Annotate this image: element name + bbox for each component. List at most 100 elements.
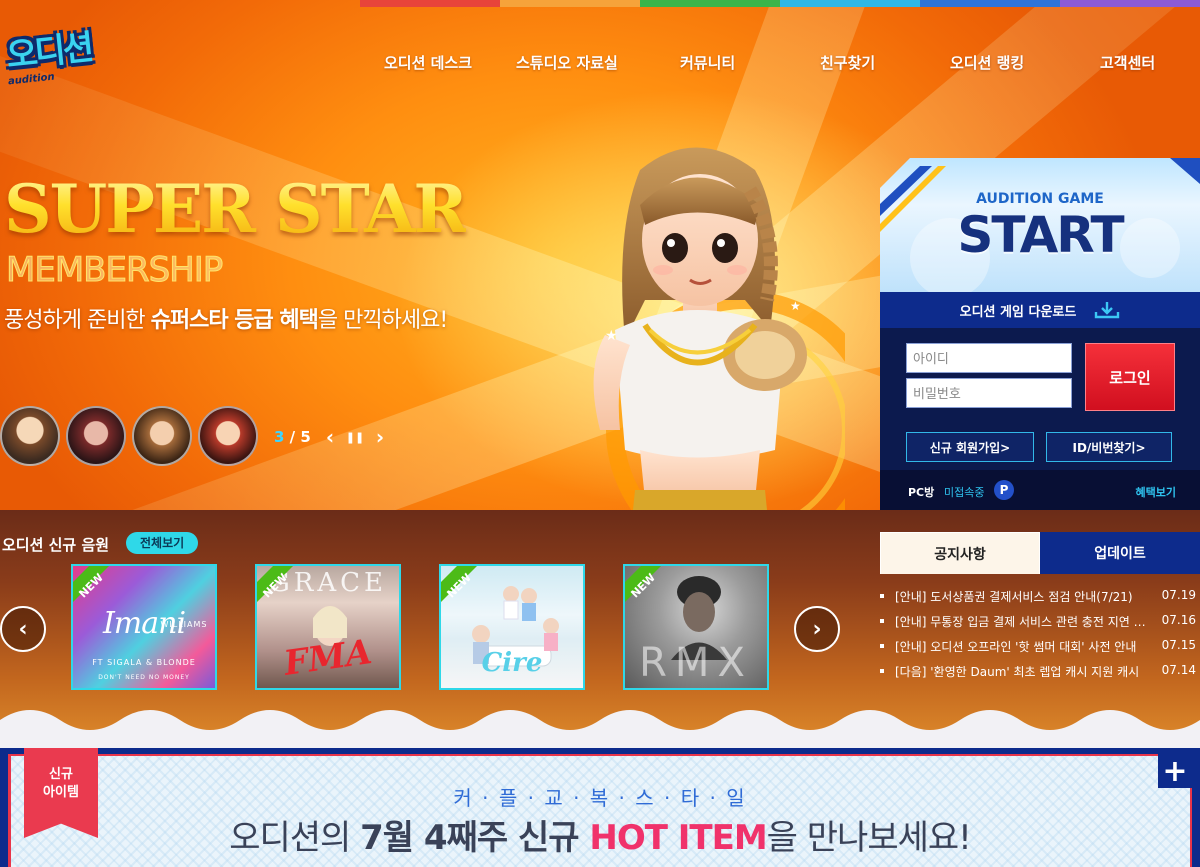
login-button[interactable]: 로그인 [1085,343,1175,411]
benefit-link[interactable]: 혜택보기 [1136,484,1176,500]
strip-segment [1060,0,1200,7]
tagline-pre: 풍성하게 준비한 [4,308,151,333]
new-badge: NEW [73,566,109,602]
pause-icon: ❚❚ [345,430,365,444]
album-card-1[interactable]: Imani WILLIAMS FT SIGALA & BLONDE DON'T … [71,564,217,690]
logo-text: 오디션 [4,27,94,77]
notice-date: 07.15 [1161,638,1196,652]
bullet-icon [880,594,884,598]
pc-room-label: PC방 [908,486,935,499]
strip-segment [920,0,1060,7]
album-card-2[interactable]: GRACE FMA NEW [255,564,401,690]
banner-thumb-4[interactable] [198,406,258,466]
hero-character-illustration: ★ ★ [593,147,845,510]
album-2-title: FMA [281,632,375,684]
pc-room-status: PC방 미접속중 P 혜택보기 [880,470,1200,510]
tagline-bold: 슈퍼스타 등급 혜택 [150,308,319,333]
download-game-button[interactable]: 오디션 게임 다운로드 [880,292,1200,328]
album-1-artist-sub: WILLIAMS [160,620,208,629]
notice-list: [안내] 도서상품권 결제서비스 점검 안내(7/21) 07.19 [안내] 무… [880,588,1200,688]
hot-line-post: 을 만나보세요! [766,818,972,858]
more-plus-button[interactable]: + [1158,753,1192,789]
hero-headline: SUPER STAR [4,170,468,248]
start-game-label: AUDITION GAME [976,191,1104,207]
notice-item[interactable]: [안내] 도서상품권 결제서비스 점검 안내(7/21) 07.19 [880,588,1200,613]
hot-line-pre: 오디션의 [229,818,361,858]
banner-pause-button[interactable]: ❚❚ [345,426,365,448]
download-icon [1095,302,1120,319]
notice-item[interactable]: [안내] 오디션 오프라인 '핫 썸머 대회' 사전 안내 07.15 [880,638,1200,663]
banner-pager: 3 / 5 [274,428,311,446]
notice-date: 07.16 [1161,613,1196,627]
notice-date: 07.19 [1161,588,1196,602]
top-color-strip [360,0,1200,7]
hero-tagline: 풍성하게 준비한 슈퍼스타 등급 혜택을 만끽하세요! [4,302,448,334]
strip-segment [640,0,780,7]
tab-notice[interactable]: 공지사항 [880,532,1040,574]
login-form: 로그인 신규 회원가입> ID/비번찾기> PC방 미접속중 P 혜택보기 [880,328,1200,510]
bullet-icon [880,644,884,648]
pager-current: 3 [274,428,285,446]
hot-line-month: 7월 4째주 신규 [360,818,579,858]
pc-room-state: 미접속중 [944,486,985,499]
plus-icon: + [1162,753,1188,789]
nav-item-friends[interactable]: 친구찾기 [820,52,875,73]
album-card-4[interactable]: RMX NEW [623,564,769,690]
strip-segment [780,0,920,7]
music-next-button[interactable]: › [794,606,840,652]
tagline-post: 을 만끽하세요! [317,308,448,333]
main-nav: 오디션 데스크 스튜디오 자료실 커뮤니티 친구찾기 오디션 랭킹 고객센터 [360,52,1200,76]
chevron-right-icon: › [375,425,385,449]
notice-item[interactable]: [다음] '환영한 Daum' 최초 렙업 캐시 지원 캐시 07.14 [880,663,1200,688]
premium-p-icon: P [994,480,1014,500]
nav-item-studio[interactable]: 스튜디오 자료실 [516,52,618,73]
view-all-button[interactable]: 전체보기 [126,532,199,554]
notice-title: [다음] '환영한 Daum' 최초 렙업 캐시 지원 캐시 [895,665,1140,679]
music-prev-button[interactable]: ‹ [0,606,46,652]
download-label: 오디션 게임 다운로드 [959,304,1077,320]
user-id-input[interactable] [906,343,1072,373]
svg-text:★: ★ [605,328,618,344]
couple-style-subtitle: 커 · 플 · 교 · 복 · 스 · 타 · 일 [453,786,747,810]
start-text: START [957,206,1124,264]
pager-total: / 5 [289,428,311,446]
notice-title: [안내] 도서상품권 결제서비스 점검 안내(7/21) [895,590,1133,604]
chevron-left-icon: ‹ [325,425,335,449]
new-badge: NEW [441,566,477,602]
notice-title: [안내] 오디션 오프라인 '핫 썸머 대회' 사전 안내 [895,640,1137,654]
banner-thumb-3[interactable] [132,406,192,466]
new-badge: NEW [625,566,661,602]
nav-item-desk[interactable]: 오디션 데스크 [384,52,472,73]
find-id-pw-button[interactable]: ID/비번찾기> [1046,432,1172,462]
site-logo[interactable]: 오디션 audition [2,18,142,98]
banner-thumb-1[interactable] [0,406,60,466]
banner-next-button[interactable]: › [370,425,390,449]
hot-line-hot: HOT ITEM [578,818,767,858]
new-music-title: 오디션 신규 음원 [2,536,110,554]
hot-item-headline: 오디션의 7월 4째주 신규 HOT ITEM을 만나보세요! [0,810,1200,859]
nav-item-community[interactable]: 커뮤니티 [680,52,735,73]
notice-date: 07.14 [1161,663,1196,677]
bullet-icon [880,619,884,623]
nav-item-ranking[interactable]: 오디션 랭킹 [950,52,1024,73]
album-3-title: Cire [481,648,543,678]
notice-item[interactable]: [안내] 무통장 입금 결제 서비스 관련 충전 지연 안내 07.16 [880,613,1200,638]
game-start-button[interactable]: AUDITION GAME START [880,158,1200,292]
album-1-feat: FT SIGALA & BLONDE [92,658,196,667]
album-card-3[interactable]: Cire NEW [439,564,585,690]
chevron-left-icon: ‹ [18,616,28,642]
signup-button[interactable]: 신규 회원가입> [906,432,1034,462]
bullet-icon [880,669,884,673]
nav-item-support[interactable]: 고객센터 [1100,52,1155,73]
strip-segment [360,0,500,7]
ribbon-line-1: 신규 [49,767,73,782]
notice-panel: 공지사항 업데이트 [안내] 도서상품권 결제서비스 점검 안내(7/21) 07… [880,532,1200,712]
banner-prev-button[interactable]: ‹ [320,425,340,449]
password-input[interactable] [906,378,1072,408]
album-4-title: RMX [639,640,753,686]
tab-update[interactable]: 업데이트 [1040,532,1200,574]
hero-subline: MEMBERSHIP [5,250,223,291]
new-badge: NEW [257,566,293,602]
banner-thumb-2[interactable] [66,406,126,466]
strip-segment [500,0,640,7]
